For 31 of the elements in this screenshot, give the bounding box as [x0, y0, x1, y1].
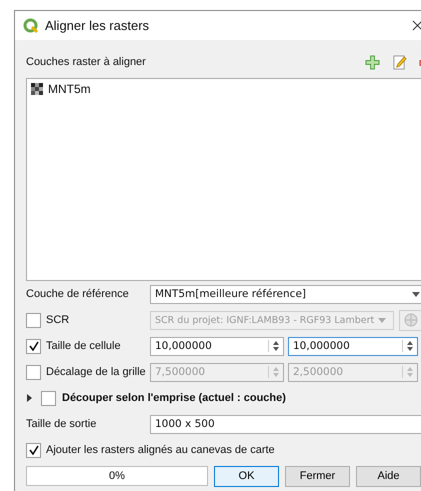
checkbox[interactable] [26, 338, 41, 354]
group-title: Découper selon l'emprise (actuel : couche) [62, 392, 286, 404]
reference-dropdown[interactable]: MNT5m[meilleure référence] [150, 284, 421, 304]
checkbox-label: Décalage de la grille [46, 366, 146, 378]
dropdown-arrow-icon [378, 318, 386, 322]
raster-icon [31, 83, 43, 95]
checkbox-label: Ajouter les rasters alignés au canevas de carte [46, 444, 275, 456]
checkbox-label: SCR [46, 314, 70, 326]
checkbox[interactable] [26, 364, 41, 380]
field-label: Couche de référence [26, 288, 130, 300]
dialog-button[interactable]: Aide [356, 466, 421, 486]
app-logo-icon [23, 18, 39, 34]
section-label: Couches raster à aligner [26, 56, 146, 68]
dialog-button[interactable]: Fermer [285, 466, 350, 486]
dialog-button[interactable]: OK [214, 466, 279, 486]
plus-icon[interactable] [365, 54, 380, 70]
progress-bar: 0% [26, 466, 208, 486]
dropdown-arrow-icon [412, 292, 420, 296]
spin-box[interactable]: 10,000000 [288, 336, 418, 356]
checkbox[interactable] [26, 312, 41, 328]
field-label: Taille de sortie [26, 418, 98, 430]
window-title: Aligner les rasters [45, 18, 150, 33]
expand-arrow-icon[interactable] [27, 394, 32, 402]
checkbox-label: Taille de cellule [46, 340, 121, 352]
checkbox[interactable] [26, 442, 41, 458]
close-icon[interactable] [412, 20, 421, 31]
spin-box[interactable]: 10,000000 [150, 336, 284, 356]
list-item[interactable]: MNT5m [48, 82, 91, 96]
pencil-icon[interactable] [392, 54, 407, 70]
output-size-field[interactable]: 1000 x 500 [150, 414, 421, 434]
checkbox[interactable] [41, 390, 56, 406]
